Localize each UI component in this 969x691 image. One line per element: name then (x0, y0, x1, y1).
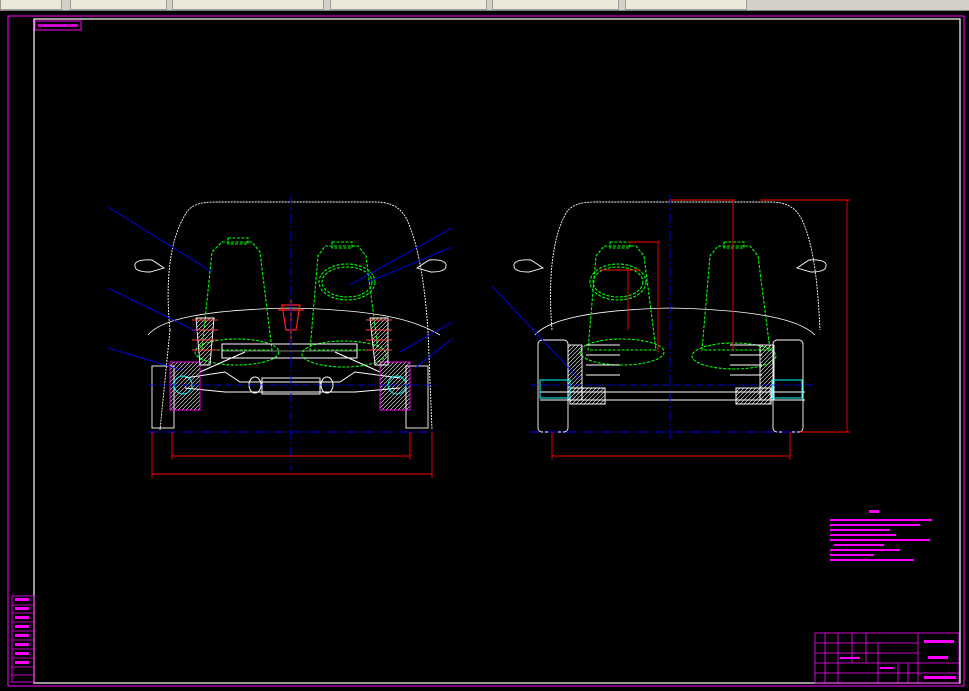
front-dimensions (151, 432, 433, 478)
drawing-label-top-left (34, 20, 82, 31)
window-tab[interactable] (172, 0, 324, 10)
rear-body-outline (550, 201, 821, 331)
rear-view (491, 195, 850, 460)
left-mirror (134, 259, 166, 273)
window-tab[interactable] (330, 0, 487, 10)
front-view (107, 195, 453, 478)
sheet-border (7, 15, 965, 687)
rear-dimensions (551, 199, 850, 460)
window-tab[interactable] (0, 0, 62, 10)
title-block (814, 632, 960, 684)
cad-drawing-canvas[interactable] (0, 10, 969, 691)
window-tab[interactable] (70, 0, 167, 10)
rear-wheels (537, 339, 804, 433)
window-tab[interactable] (625, 0, 747, 10)
rear-right-mirror (795, 259, 827, 273)
revision-table (11, 595, 35, 683)
window-tab[interactable] (492, 0, 619, 10)
technical-notes (830, 510, 932, 561)
rear-seats (579, 241, 777, 370)
rear-leader (491, 285, 581, 381)
front-leaders (107, 206, 453, 371)
front-right-wheel (366, 317, 429, 429)
rear-left-mirror (513, 259, 545, 273)
